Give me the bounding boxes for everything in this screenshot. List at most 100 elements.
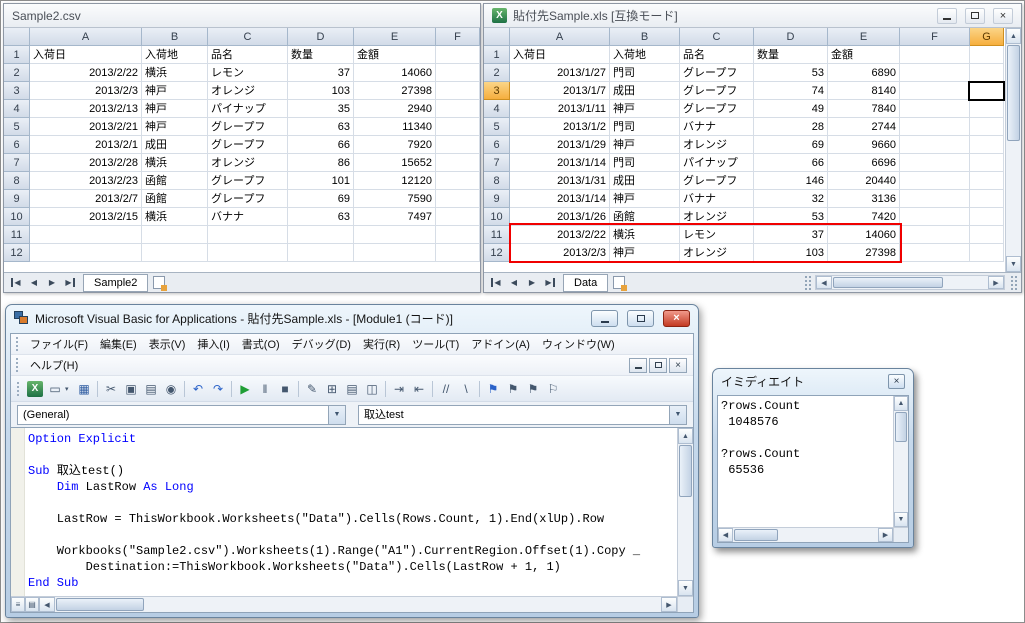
sheet-cell[interactable]: 20440 [828, 172, 900, 190]
row-header[interactable]: 7 [484, 154, 510, 172]
horizontal-scrollbar[interactable]: ≡ ▤ ◀ ▶ [11, 596, 677, 612]
procedure-view-button[interactable]: ≡ [11, 597, 25, 612]
sheet-cell[interactable]: 2013/2/23 [30, 172, 142, 190]
row-header[interactable]: 11 [484, 226, 510, 244]
sheet-cell[interactable]: 27398 [828, 244, 900, 262]
module-restore-button[interactable] [649, 358, 667, 373]
sheet-cell[interactable]: 2013/1/7 [510, 82, 610, 100]
scrollbar-thumb[interactable] [833, 277, 943, 288]
sheet-cell[interactable]: 神戸 [142, 100, 208, 118]
sheet-cell[interactable] [970, 64, 1004, 82]
sheet-cell[interactable]: パイナップ [680, 154, 754, 172]
sheet-cell[interactable]: 成田 [142, 136, 208, 154]
horizontal-scrollbar[interactable]: ◀ ▶ [815, 275, 1005, 290]
sheet-cell[interactable] [970, 100, 1004, 118]
immediate-line[interactable]: ?rows.Count [721, 446, 891, 462]
scrollbar-thumb[interactable] [1007, 45, 1020, 141]
sheet-cell[interactable]: オレンジ [680, 208, 754, 226]
sheet-cell[interactable]: 146 [754, 172, 828, 190]
last-sheet-icon[interactable]: ▶ [61, 275, 79, 291]
tab-scroll-splitter[interactable] [805, 276, 811, 290]
sheet-cell[interactable] [900, 118, 970, 136]
menu-item[interactable]: ウィンドウ(W) [536, 334, 621, 354]
sheet-cell[interactable]: レモン [680, 226, 754, 244]
sheet-cell[interactable]: 2013/1/31 [510, 172, 610, 190]
scroll-left-icon[interactable]: ◀ [816, 276, 832, 289]
sheet-cell[interactable] [436, 100, 480, 118]
sheet-cell[interactable]: バナナ [208, 208, 288, 226]
sheet-cell[interactable]: グレープフ [208, 172, 288, 190]
menu-item[interactable]: 編集(E) [94, 334, 143, 354]
sheet-cell[interactable]: 品名 [208, 46, 288, 64]
sheet-cell[interactable]: オレンジ [208, 82, 288, 100]
restore-button[interactable] [965, 8, 985, 24]
sheet-cell[interactable]: 2013/2/1 [30, 136, 142, 154]
sheet-cell[interactable] [436, 46, 480, 64]
sheet-cell[interactable]: 14060 [354, 64, 436, 82]
outdent-icon[interactable]: ⇤ [409, 380, 429, 398]
sheet-cell[interactable]: 2744 [828, 118, 900, 136]
sheet-cell[interactable] [436, 190, 480, 208]
last-sheet-icon[interactable]: ▶ [541, 275, 559, 291]
toolbar-grip[interactable] [17, 382, 22, 396]
sheet-cell[interactable]: 神戸 [610, 244, 680, 262]
scroll-down-icon[interactable]: ▼ [1006, 256, 1021, 272]
break-icon[interactable]: ‖ [255, 380, 275, 398]
scrollbar-thumb[interactable] [895, 412, 907, 442]
row-header[interactable]: 4 [484, 100, 510, 118]
sheet-cell[interactable]: グレープフ [680, 172, 754, 190]
sheet-cell[interactable]: 32 [754, 190, 828, 208]
run-icon[interactable]: ▶ [235, 380, 255, 398]
scroll-up-icon[interactable]: ▲ [678, 428, 693, 444]
sheet-cell[interactable]: 函館 [610, 208, 680, 226]
sheet-cell[interactable] [436, 64, 480, 82]
sheet-cell[interactable]: 神戸 [610, 100, 680, 118]
insert-worksheet-icon[interactable] [153, 276, 165, 289]
sheet-cell[interactable]: オレンジ [208, 154, 288, 172]
sheet-cell[interactable] [900, 136, 970, 154]
sheet-cell[interactable]: 2013/1/14 [510, 190, 610, 208]
close-button[interactable]: × [663, 310, 690, 327]
design-mode-icon[interactable]: ✎ [302, 380, 322, 398]
scroll-down-icon[interactable]: ▼ [894, 512, 908, 527]
sheet-cell[interactable]: 53 [754, 64, 828, 82]
sheet-cell[interactable]: 11340 [354, 118, 436, 136]
menu-item[interactable]: ツール(T) [406, 334, 465, 354]
sheet-cell[interactable]: 63 [288, 118, 354, 136]
sheet-cell[interactable] [970, 118, 1004, 136]
sheet-cell[interactable]: 69 [288, 190, 354, 208]
sheet-cell[interactable] [970, 244, 1004, 262]
sheet-cell[interactable]: 6696 [828, 154, 900, 172]
sheet-cell[interactable] [970, 208, 1004, 226]
sheet-cell[interactable]: 69 [754, 136, 828, 154]
row-header[interactable]: 5 [4, 118, 30, 136]
redo-icon[interactable]: ↷ [208, 380, 228, 398]
sheet-cell[interactable]: 7840 [828, 100, 900, 118]
sheet-cell[interactable]: グレープフ [208, 118, 288, 136]
find-icon[interactable]: ◉ [161, 380, 181, 398]
scroll-up-icon[interactable]: ▲ [894, 396, 908, 411]
code-line[interactable] [28, 447, 676, 463]
row-header[interactable]: 9 [4, 190, 30, 208]
sheet-cell[interactable] [436, 118, 480, 136]
sheet-cell[interactable] [142, 244, 208, 262]
sheet-cell[interactable]: 入荷日 [510, 46, 610, 64]
sheet-cell[interactable] [900, 64, 970, 82]
sheet-cell[interactable]: 35 [288, 100, 354, 118]
insert-userform-icon[interactable]: ▭ [45, 380, 65, 398]
scrollbar-track[interactable] [832, 276, 988, 289]
menu-item[interactable]: 実行(R) [357, 334, 406, 354]
sheet-cell[interactable]: 横浜 [142, 208, 208, 226]
xls-window-titlebar[interactable]: X 貼付先Sample.xls [互換モード] × [484, 4, 1021, 28]
sheet-cell[interactable]: 49 [754, 100, 828, 118]
module-close-button[interactable]: × [669, 358, 687, 373]
clear-bookmarks-icon[interactable]: ⚐ [543, 380, 563, 398]
row-header[interactable]: 11 [4, 226, 30, 244]
sheet-cell[interactable]: 12120 [354, 172, 436, 190]
sheet-cell[interactable]: 入荷地 [610, 46, 680, 64]
column-header[interactable]: E [828, 28, 900, 46]
sheet-cell[interactable]: 数量 [288, 46, 354, 64]
code-line[interactable]: Option Explicit [28, 431, 676, 447]
insert-worksheet-icon[interactable] [613, 276, 625, 289]
sheet-cell[interactable]: 37 [288, 64, 354, 82]
